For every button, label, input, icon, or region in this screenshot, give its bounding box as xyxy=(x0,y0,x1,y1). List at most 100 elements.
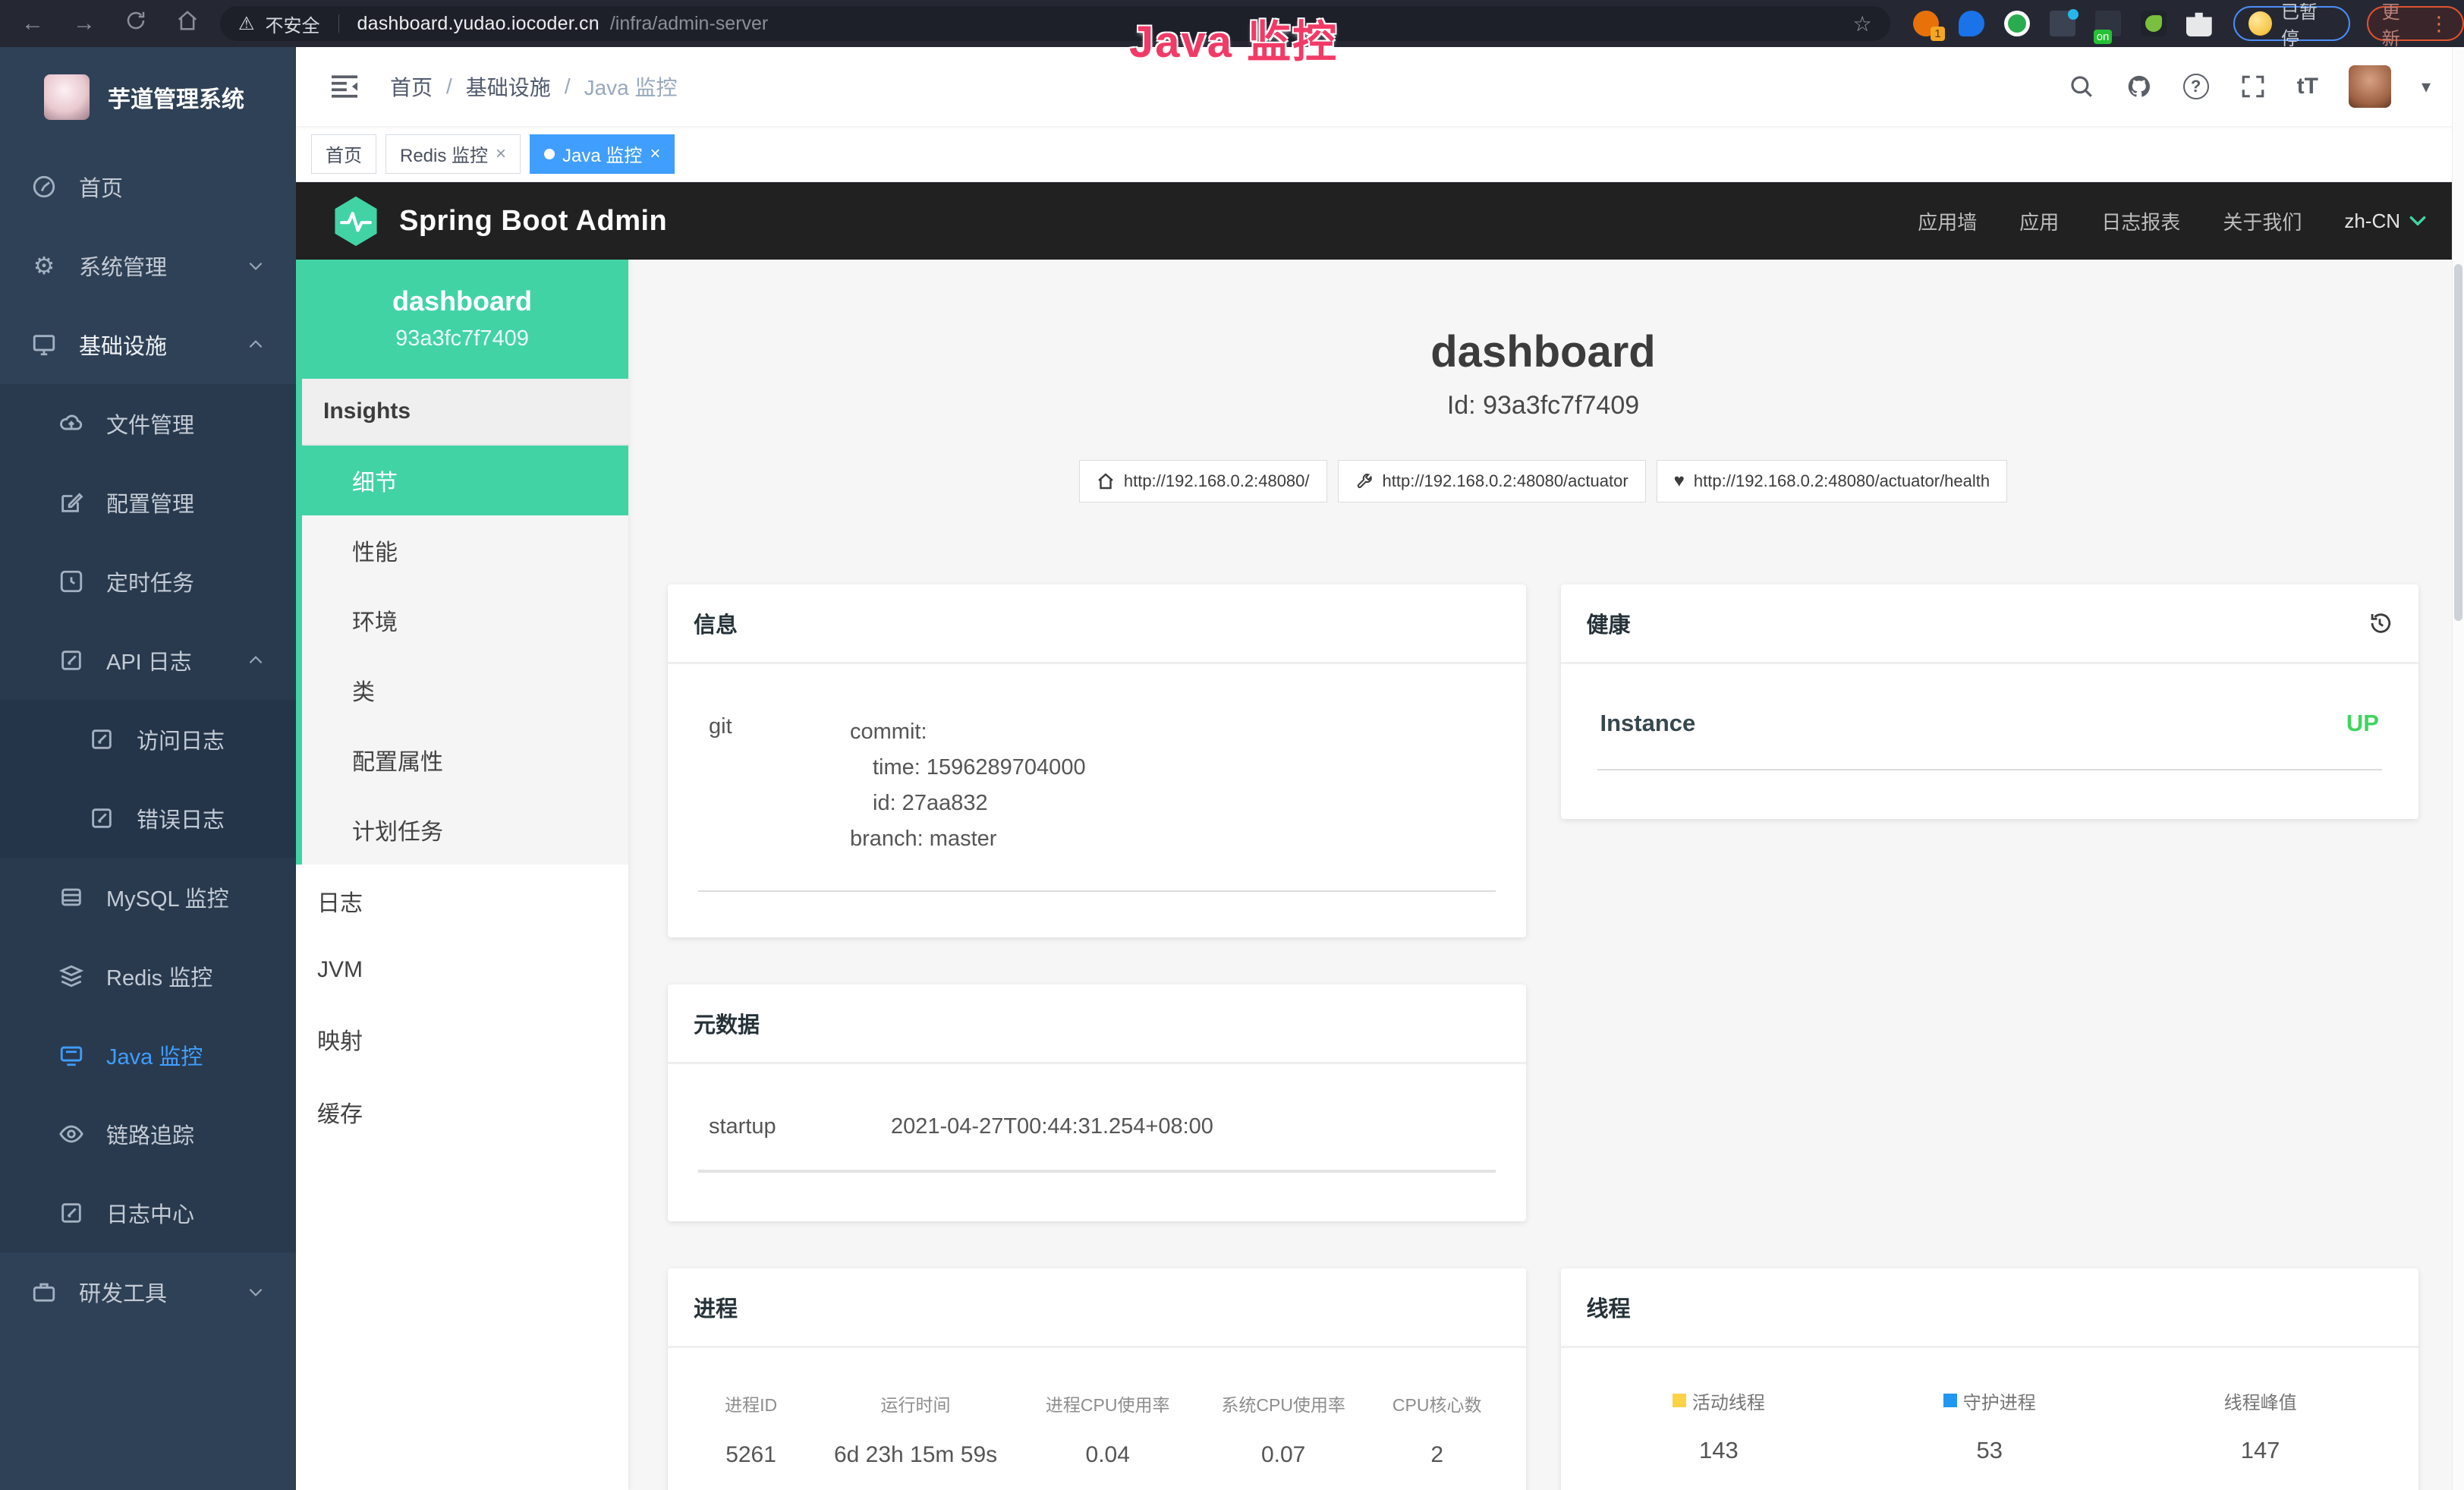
search-icon[interactable] xyxy=(2068,73,2095,100)
extension-icon-grid[interactable] xyxy=(2050,11,2075,36)
instance-header[interactable]: dashboard 93a3fc7f7409 xyxy=(296,260,628,379)
user-menu-caret-icon[interactable]: ▾ xyxy=(2422,76,2431,98)
process-card: 进程 进程ID 运行时间 进程CPU使用率 系统CPU使用率 CPU核心数 52… xyxy=(668,1268,1526,1490)
nav-item-logs[interactable]: 日志 xyxy=(296,865,628,937)
health-instance-label: Instance xyxy=(1600,710,1696,737)
sidebar-item-label: API 日志 xyxy=(106,644,246,676)
info-card-title: 信息 xyxy=(668,584,1526,664)
active-tab-dot xyxy=(544,149,555,159)
health-url-button[interactable]: ♥ http://192.168.0.2:48080/actuator/heal… xyxy=(1657,460,2007,502)
monitor-icon xyxy=(30,331,58,358)
instance-id-line: Id: 93a3fc7f7409 xyxy=(668,391,2418,421)
heart-icon: ♥ xyxy=(1674,472,1685,490)
metadata-card-title: 元数据 xyxy=(668,984,1526,1064)
update-label: 更新 xyxy=(2382,0,2417,50)
sba-nav-journal[interactable]: 日志报表 xyxy=(2101,207,2180,235)
home-icon[interactable] xyxy=(175,9,200,38)
kebab-menu-icon[interactable]: ⋮ xyxy=(2429,12,2449,36)
breadcrumb: 首页 / 基础设施 / Java 监控 xyxy=(390,71,678,102)
nav-item-jvm[interactable]: JVM xyxy=(296,937,628,1003)
sidebar-item-system[interactable]: ⚙ 系统管理 xyxy=(0,226,296,305)
url-path[interactable]: /infra/admin-server xyxy=(610,13,768,35)
breadcrumb-infrastructure[interactable]: 基础设施 xyxy=(466,71,551,102)
sba-header: Spring Boot Admin 应用墙 应用 日志报表 关于我们 zh-CN xyxy=(296,182,2464,260)
back-icon[interactable]: ← xyxy=(20,11,46,36)
actuator-url-button[interactable]: http://192.168.0.2:48080/actuator xyxy=(1338,460,1646,502)
address-bar[interactable]: ⚠ 不安全 dashboard.yudao.iocoder.cn/infra/a… xyxy=(220,6,1890,41)
help-icon[interactable]: ? xyxy=(2183,74,2209,99)
service-url: http://192.168.0.2:48080/ xyxy=(1124,471,1310,491)
extension-icon-leaf[interactable] xyxy=(2141,11,2167,36)
sba-nav-applications[interactable]: 应用 xyxy=(2019,207,2059,235)
sidebar-item-api-log[interactable]: API 日志 xyxy=(0,621,296,700)
tab-close-icon[interactable]: × xyxy=(650,143,660,165)
page-scrollbar[interactable] xyxy=(2452,47,2464,1490)
insights-group-label[interactable]: Insights xyxy=(302,379,628,446)
cloud-upload-icon xyxy=(58,410,85,437)
tab-home[interactable]: 首页 xyxy=(311,134,376,174)
sidebar-item-mysql-monitor[interactable]: MySQL 监控 xyxy=(0,858,296,937)
reload-icon[interactable] xyxy=(123,9,149,38)
extension-icon-green-circle[interactable] xyxy=(2004,11,2030,36)
sidebar-item-config-manage[interactable]: 配置管理 xyxy=(0,463,296,542)
security-label[interactable]: 不安全 xyxy=(266,11,320,37)
health-card: 健康 Instance UP xyxy=(1561,584,2419,819)
metadata-term: startup xyxy=(698,1114,891,1139)
legend-peak-threads: 线程峰值 xyxy=(2125,1388,2396,1414)
tab-label: 首页 xyxy=(326,140,362,167)
sidebar-item-redis-monitor[interactable]: Redis 监控 xyxy=(0,937,296,1016)
sba-language-select[interactable]: zh-CN xyxy=(2344,209,2428,233)
process-card-title: 进程 xyxy=(668,1268,1526,1348)
nav-item-mappings[interactable]: 映射 xyxy=(296,1003,628,1076)
tab-java-monitor[interactable]: Java 监控 × xyxy=(530,134,675,174)
service-url-button[interactable]: http://192.168.0.2:48080/ xyxy=(1079,460,1327,502)
sidebar-item-home[interactable]: 首页 xyxy=(0,147,296,226)
sidebar-item-log-center[interactable]: 日志中心 xyxy=(0,1173,296,1252)
sba-nav-wallboard[interactable]: 应用墙 xyxy=(1918,207,1977,235)
insights-item-environment[interactable]: 环境 xyxy=(302,585,628,655)
history-icon[interactable] xyxy=(2367,610,2393,636)
sidebar-item-infrastructure[interactable]: 基础设施 xyxy=(0,305,296,384)
app-logo[interactable]: 芋道管理系统 xyxy=(0,47,296,147)
sidebar-collapse-icon[interactable] xyxy=(329,74,360,99)
bookmark-star-icon[interactable]: ☆ xyxy=(1853,11,1872,36)
process-cpu-usage: 0.04 xyxy=(1020,1442,1195,1468)
app-menu: 首页 ⚙ 系统管理 基础设施 xyxy=(0,147,296,1490)
sidebar-item-trace[interactable]: 链路追踪 xyxy=(0,1095,296,1173)
sidebar-item-file-manage[interactable]: 文件管理 xyxy=(0,384,296,463)
extension-icon-orange[interactable]: 1 xyxy=(1913,11,1939,36)
sidebar-item-label: MySQL 监控 xyxy=(106,881,266,913)
profile-paused-badge[interactable]: 已暂停 xyxy=(2233,6,2350,41)
font-size-icon[interactable]: tT xyxy=(2297,74,2318,99)
insights-item-details[interactable]: 细节 xyxy=(302,446,628,515)
sidebar-item-dev-tools[interactable]: 研发工具 xyxy=(0,1252,296,1331)
sidebar-item-scheduled-jobs[interactable]: 定时任务 xyxy=(0,542,296,621)
extension-icon-pin[interactable] xyxy=(1959,11,1984,36)
instance-links: http://192.168.0.2:48080/ http://192.168… xyxy=(668,460,2418,502)
url-separator xyxy=(338,14,339,33)
breadcrumb-home[interactable]: 首页 xyxy=(390,71,433,102)
sidebar-item-java-monitor[interactable]: Java 监控 xyxy=(0,1016,296,1095)
tab-redis-monitor[interactable]: Redis 监控 × xyxy=(385,134,521,174)
sba-nav-about[interactable]: 关于我们 xyxy=(2223,207,2302,235)
browser-update-button[interactable]: 更新 ⋮ xyxy=(2367,6,2464,41)
info-value: commit: time: 1596289704000 id: 27aa832 … xyxy=(850,714,1086,857)
insights-item-classes[interactable]: 类 xyxy=(302,655,628,725)
insights-item-config-props[interactable]: 配置属性 xyxy=(302,725,628,795)
github-icon[interactable] xyxy=(2126,73,2153,100)
git-branch: branch: master xyxy=(850,821,1086,857)
url-domain[interactable]: dashboard.yudao.iocoder.cn xyxy=(357,13,599,35)
sidebar-item-access-log[interactable]: 访问日志 xyxy=(0,700,296,779)
tab-close-icon[interactable]: × xyxy=(496,143,506,165)
extension-icon-switch[interactable]: on xyxy=(2095,11,2121,36)
insights-item-metrics[interactable]: 性能 xyxy=(302,515,628,585)
health-instance-row[interactable]: Instance UP xyxy=(1597,710,2383,770)
nav-item-caches[interactable]: 缓存 xyxy=(296,1076,628,1148)
user-avatar[interactable] xyxy=(2349,65,2391,108)
forward-icon[interactable]: → xyxy=(71,11,97,36)
fullscreen-icon[interactable] xyxy=(2239,73,2267,100)
sidebar-item-error-log[interactable]: 错误日志 xyxy=(0,779,296,858)
extensions-puzzle-icon[interactable] xyxy=(2186,11,2212,36)
scrollbar-thumb[interactable] xyxy=(2454,264,2462,621)
insights-item-scheduled-tasks[interactable]: 计划任务 xyxy=(302,795,628,865)
